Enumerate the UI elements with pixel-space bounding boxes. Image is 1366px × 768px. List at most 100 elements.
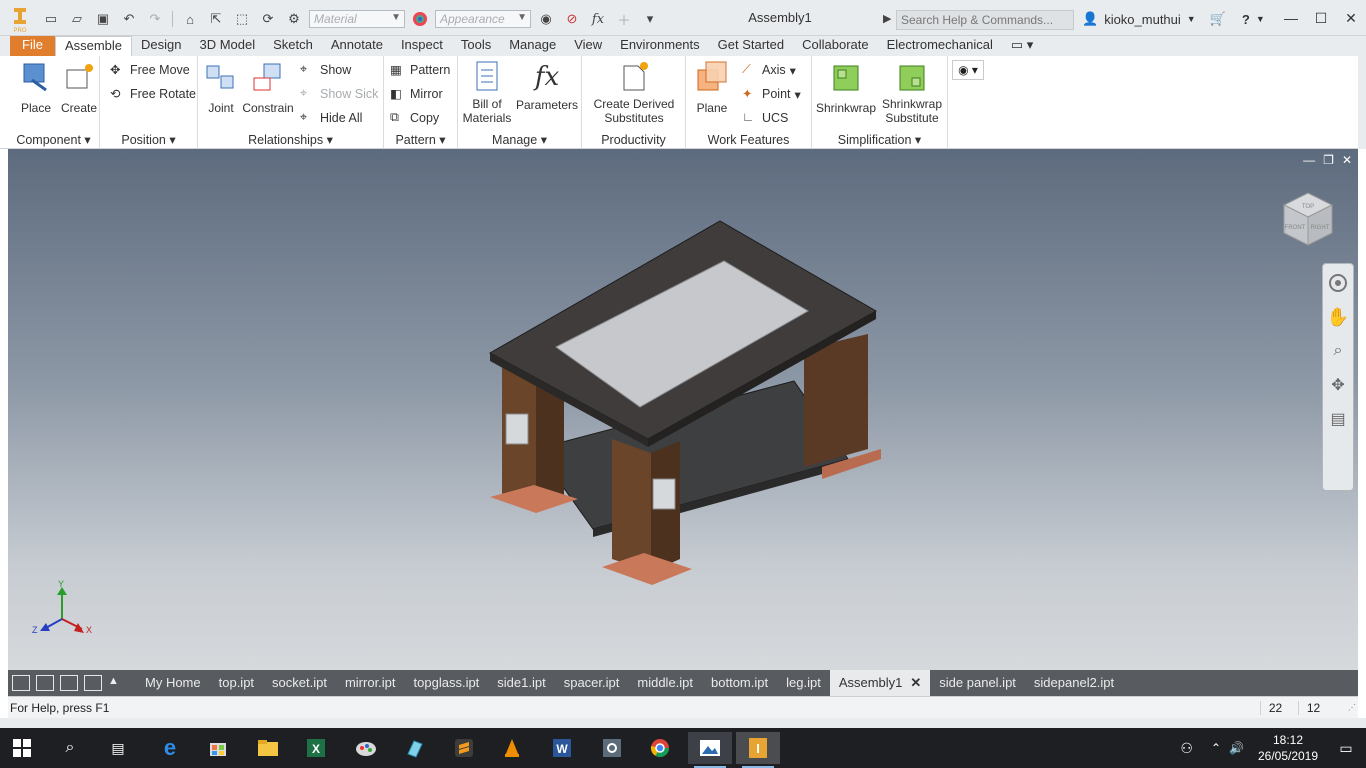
doc-tab-sidepanel2[interactable]: sidepanel2.ipt: [1025, 670, 1123, 696]
free-rotate-button[interactable]: ⟲ Free Rotate: [110, 84, 196, 104]
select-icon[interactable]: ⬚: [231, 9, 253, 29]
tab-3d-model[interactable]: 3D Model: [191, 36, 265, 56]
ribbon-dropdown-icon[interactable]: ◉ ▾: [952, 60, 984, 80]
home-icon[interactable]: ⌂: [179, 9, 201, 29]
tab-electromechanical[interactable]: Electromechanical: [878, 36, 1002, 56]
tab-design[interactable]: Design: [132, 36, 190, 56]
panel-label-relationships[interactable]: Relationships ▾: [198, 132, 383, 147]
steering-wheel-icon[interactable]: [1323, 268, 1353, 298]
appearance-icon[interactable]: [409, 9, 431, 29]
tab-sketch[interactable]: Sketch: [264, 36, 322, 56]
show-button[interactable]: ⌖ Show: [300, 60, 351, 80]
tab-assemble[interactable]: Assemble: [54, 36, 133, 56]
look-at-icon[interactable]: ▤: [1323, 404, 1353, 434]
close-icon[interactable]: ✕: [1336, 6, 1366, 30]
viewcube[interactable]: TOP FRONT RIGHT: [1280, 189, 1336, 249]
clock[interactable]: 18:12 26/05/2019: [1250, 732, 1326, 764]
search-icon[interactable]: ⌕: [48, 732, 92, 764]
open-icon[interactable]: ▱: [66, 9, 88, 29]
doc-tab-leg[interactable]: leg.ipt: [777, 670, 830, 696]
chevron-up-icon[interactable]: ⌃: [1211, 741, 1221, 755]
zoom-icon[interactable]: ⌕: [1323, 336, 1353, 366]
place-button[interactable]: Place: [14, 60, 58, 115]
doc-tab-topglass[interactable]: topglass.ipt: [405, 670, 489, 696]
plus-icon[interactable]: ＋: [613, 9, 635, 29]
ribbon-options-icon[interactable]: ▭ ▾: [1002, 36, 1042, 56]
panel-label-simplification[interactable]: Simplification ▾: [812, 132, 947, 147]
cascade-icon[interactable]: [12, 675, 30, 691]
close-icon[interactable]: ✕: [910, 675, 921, 690]
maximize-icon[interactable]: ☐: [1306, 6, 1336, 30]
tab-inspect[interactable]: Inspect: [392, 36, 452, 56]
fx-icon[interactable]: fx: [587, 9, 609, 29]
appearance-combo[interactable]: Appearance ▼: [435, 10, 531, 28]
tile-icon[interactable]: [36, 675, 54, 691]
tab-annotate[interactable]: Annotate: [322, 36, 392, 56]
doc-tab-my-home[interactable]: My Home: [136, 670, 210, 696]
plane-button[interactable]: Plane: [692, 60, 732, 115]
doc-tab-middle[interactable]: middle.ipt: [628, 670, 702, 696]
hide-all-button[interactable]: ⌖ Hide All: [300, 108, 362, 128]
clear-appearance-icon[interactable]: ⊘: [561, 9, 583, 29]
volume-icon[interactable]: 🔊: [1229, 741, 1244, 755]
redo-icon[interactable]: ↷: [144, 9, 166, 29]
tab-tools[interactable]: Tools: [452, 36, 500, 56]
panel-label-pattern[interactable]: Pattern ▾: [384, 132, 457, 147]
vlc-icon[interactable]: [490, 732, 534, 764]
edge-browser-icon[interactable]: e: [148, 732, 192, 764]
joint-button[interactable]: Joint: [202, 60, 240, 115]
return-icon[interactable]: ⇱: [205, 9, 227, 29]
tab-file[interactable]: File: [10, 36, 55, 56]
shrinkwrap-button[interactable]: Shrinkwrap: [814, 60, 878, 115]
word-icon[interactable]: W: [540, 732, 584, 764]
ucs-button[interactable]: ∟ UCS: [742, 108, 788, 128]
doc-tab-mirror[interactable]: mirror.ipt: [336, 670, 405, 696]
inventor-taskbar-icon[interactable]: I: [736, 732, 780, 768]
user-menu[interactable]: 👤 kioko_muthui ▼ 🛒 ? ▼: [1082, 11, 1265, 27]
new-icon[interactable]: ▭: [40, 9, 62, 29]
adjust-appearance-icon[interactable]: ◉: [535, 9, 557, 29]
doc-tab-side-panel[interactable]: side panel.ipt: [930, 670, 1025, 696]
people-icon[interactable]: ⚇: [1180, 740, 1193, 757]
file-explorer-icon[interactable]: [246, 732, 290, 764]
pan-icon[interactable]: ✋: [1323, 302, 1353, 332]
vertical-icon[interactable]: [84, 675, 102, 691]
customize-icon[interactable]: ▾: [639, 9, 661, 29]
show-sick-button[interactable]: ⌖ Show Sick: [300, 84, 378, 104]
store-icon[interactable]: [196, 732, 240, 764]
doc-tab-side1[interactable]: side1.ipt: [488, 670, 554, 696]
help-search-input[interactable]: Search Help & Commands...: [896, 10, 1074, 30]
undo-icon[interactable]: ↶: [118, 9, 140, 29]
photos-icon[interactable]: [688, 732, 732, 768]
tab-collaborate[interactable]: Collaborate: [793, 36, 878, 56]
point-button[interactable]: ✦ Point ▾: [742, 84, 801, 104]
pattern-button[interactable]: ▦ Pattern: [390, 60, 450, 80]
resize-grip-icon[interactable]: ⋰: [1348, 703, 1356, 712]
tab-view[interactable]: View: [565, 36, 611, 56]
axis-button[interactable]: ⟋ Axis ▾: [742, 60, 796, 80]
3d-builder-icon[interactable]: [392, 732, 436, 764]
windows-start-icon[interactable]: [0, 732, 44, 764]
panel-label-position[interactable]: Position ▾: [100, 132, 197, 147]
tab-get-started[interactable]: Get Started: [709, 36, 793, 56]
create-derived-substitutes-button[interactable]: Create Derived Substitutes: [586, 60, 682, 125]
save-icon[interactable]: ▣: [92, 9, 114, 29]
free-move-button[interactable]: ✥ Free Move: [110, 60, 190, 80]
minimize-icon[interactable]: —: [1276, 6, 1306, 30]
settings-app-icon[interactable]: [590, 732, 634, 764]
table-model[interactable]: [8, 149, 1358, 670]
notifications-icon[interactable]: ▭: [1326, 740, 1366, 757]
material-combo[interactable]: Material ▼: [309, 10, 405, 28]
excel-icon[interactable]: X: [294, 732, 338, 764]
panel-label-component[interactable]: Component ▾: [8, 132, 99, 147]
doc-tab-top[interactable]: top.ipt: [210, 670, 263, 696]
graphics-viewport[interactable]: — ❐ ✕ TOP FRONT RIGHT ✋ ⌕ ✥ ▤ Y X Z: [8, 149, 1358, 670]
task-view-icon[interactable]: ▤: [96, 732, 140, 764]
chevron-up-icon[interactable]: ▲: [108, 675, 126, 691]
doc-tab-assembly1[interactable]: Assembly1 ✕: [829, 670, 931, 696]
doc-tab-spacer[interactable]: spacer.ipt: [555, 670, 629, 696]
measure-icon[interactable]: ⚙: [283, 9, 305, 29]
parameters-button[interactable]: fx Parameters: [514, 60, 580, 112]
help-icon[interactable]: ?: [1242, 12, 1250, 27]
tab-environments[interactable]: Environments: [611, 36, 708, 56]
